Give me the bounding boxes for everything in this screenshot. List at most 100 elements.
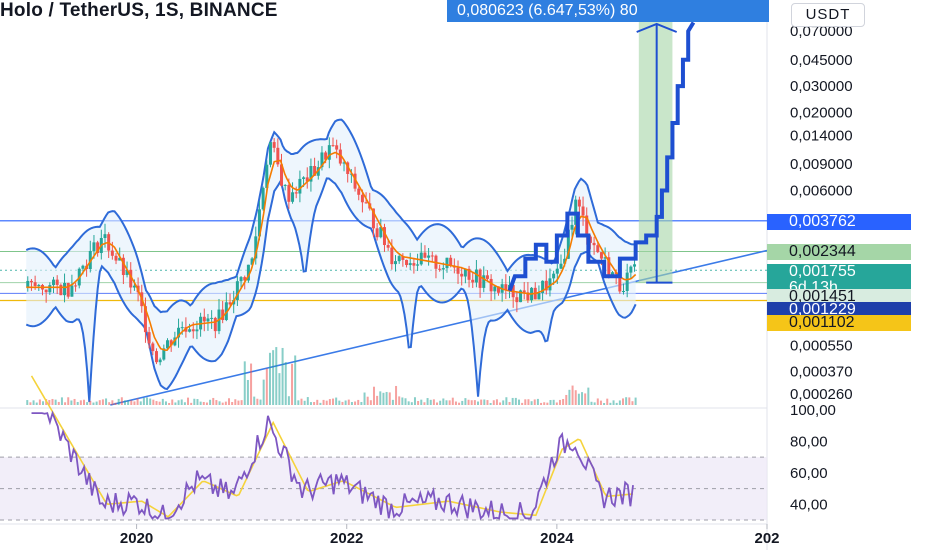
volume-bar [483, 399, 486, 405]
candle-body [360, 194, 364, 203]
volume-bar [319, 402, 322, 405]
price-tick-label: 0,045000 [790, 52, 853, 69]
volume-bar [76, 401, 79, 405]
volume-bar [366, 396, 369, 405]
candle-body [213, 317, 217, 332]
price-tick-label: 0,014000 [790, 128, 853, 145]
candle-body [364, 202, 368, 204]
volume-bar [155, 401, 158, 405]
candle-body [460, 273, 464, 277]
volume-bar [187, 397, 190, 405]
volume-bar [291, 363, 294, 405]
candle-body [283, 184, 287, 186]
volume-bar [622, 398, 625, 405]
volume-bar [609, 402, 612, 405]
volume-bar [347, 399, 350, 405]
candle-body [154, 351, 158, 363]
candle-body [210, 317, 214, 319]
price-tick-label: 0,000260 [790, 386, 853, 403]
candle-body [456, 267, 460, 274]
volume-bar [577, 393, 580, 405]
candle-body [26, 280, 30, 288]
volume-bar [259, 399, 262, 405]
volume-bar [480, 399, 483, 405]
volume-bar [300, 398, 303, 405]
candle-body [596, 245, 600, 253]
volume-bar [596, 398, 599, 405]
volume-bar [439, 400, 442, 405]
candle-body [202, 316, 206, 322]
volume-bar [73, 398, 76, 405]
volume-bar [332, 398, 335, 405]
volume-bar [64, 402, 67, 405]
volume-bar [240, 400, 243, 405]
candle-body [445, 257, 449, 269]
volume-bar [38, 399, 41, 405]
volume-bar [587, 387, 590, 405]
volume-bar [536, 398, 539, 405]
volume-bar [67, 397, 70, 405]
volume-bar [325, 400, 328, 405]
volume-bar [631, 401, 634, 405]
volume-bar [470, 400, 473, 405]
volume-bar [54, 399, 57, 405]
volume-bar [379, 391, 382, 405]
volume-bar [634, 397, 637, 405]
volume-bar [413, 397, 416, 405]
candle-body [70, 285, 74, 297]
volume-bar [224, 401, 227, 405]
volume-bar [193, 398, 196, 405]
volume-bar [215, 400, 218, 405]
volume-bar [92, 402, 95, 405]
price-tick-label: 0,000370 [790, 363, 853, 380]
volume-bar [615, 402, 618, 405]
volume-bar [95, 401, 98, 405]
volume-bar [218, 401, 221, 405]
volume-bar [584, 393, 587, 405]
volume-bar [429, 399, 432, 405]
projection-price-tag: 0,080623 (6.647,53%) 80 [447, 0, 769, 22]
volume-bar [86, 402, 89, 405]
candle-body [386, 245, 390, 248]
price-badge: 0,002344 [767, 244, 911, 260]
volume-bar [599, 400, 602, 405]
volume-bar [287, 396, 290, 405]
volume-bar [448, 400, 451, 405]
candle-body [485, 275, 489, 279]
candle-body [570, 224, 574, 230]
candle-body [493, 286, 497, 292]
candle-body [195, 329, 199, 332]
candle-body [357, 188, 361, 195]
volume-bar [395, 385, 398, 405]
volume-bar [158, 401, 161, 405]
volume-bar [552, 399, 555, 405]
volume-bar [183, 402, 186, 405]
volume-bar [369, 400, 372, 405]
volume-bar [467, 399, 470, 405]
candle-body [629, 266, 633, 273]
volume-bar [231, 402, 234, 405]
price-tick-label: 0,020000 [790, 104, 853, 121]
volume-bar [486, 400, 489, 405]
volume-bar [243, 361, 246, 405]
candle-body [291, 192, 295, 202]
candle-body [412, 263, 416, 266]
volume-bar [262, 379, 265, 405]
candle-body [537, 293, 541, 300]
volume-bar [51, 398, 54, 405]
volume-bar [328, 399, 331, 405]
volume-bar [590, 401, 593, 405]
volume-bar [495, 399, 498, 405]
volume-bar [565, 394, 568, 405]
candle-body [287, 184, 291, 202]
volume-bar [451, 397, 454, 405]
volume-bar [199, 401, 202, 405]
currency-selector[interactable]: USDT [791, 3, 865, 27]
volume-bar [398, 396, 401, 405]
price-badge-value: 0,003762 [789, 213, 856, 230]
volume-bar [540, 402, 543, 405]
candle-body [92, 242, 96, 251]
candle-body [478, 269, 482, 288]
volume-bar [117, 398, 120, 405]
volume-bar [253, 396, 256, 405]
